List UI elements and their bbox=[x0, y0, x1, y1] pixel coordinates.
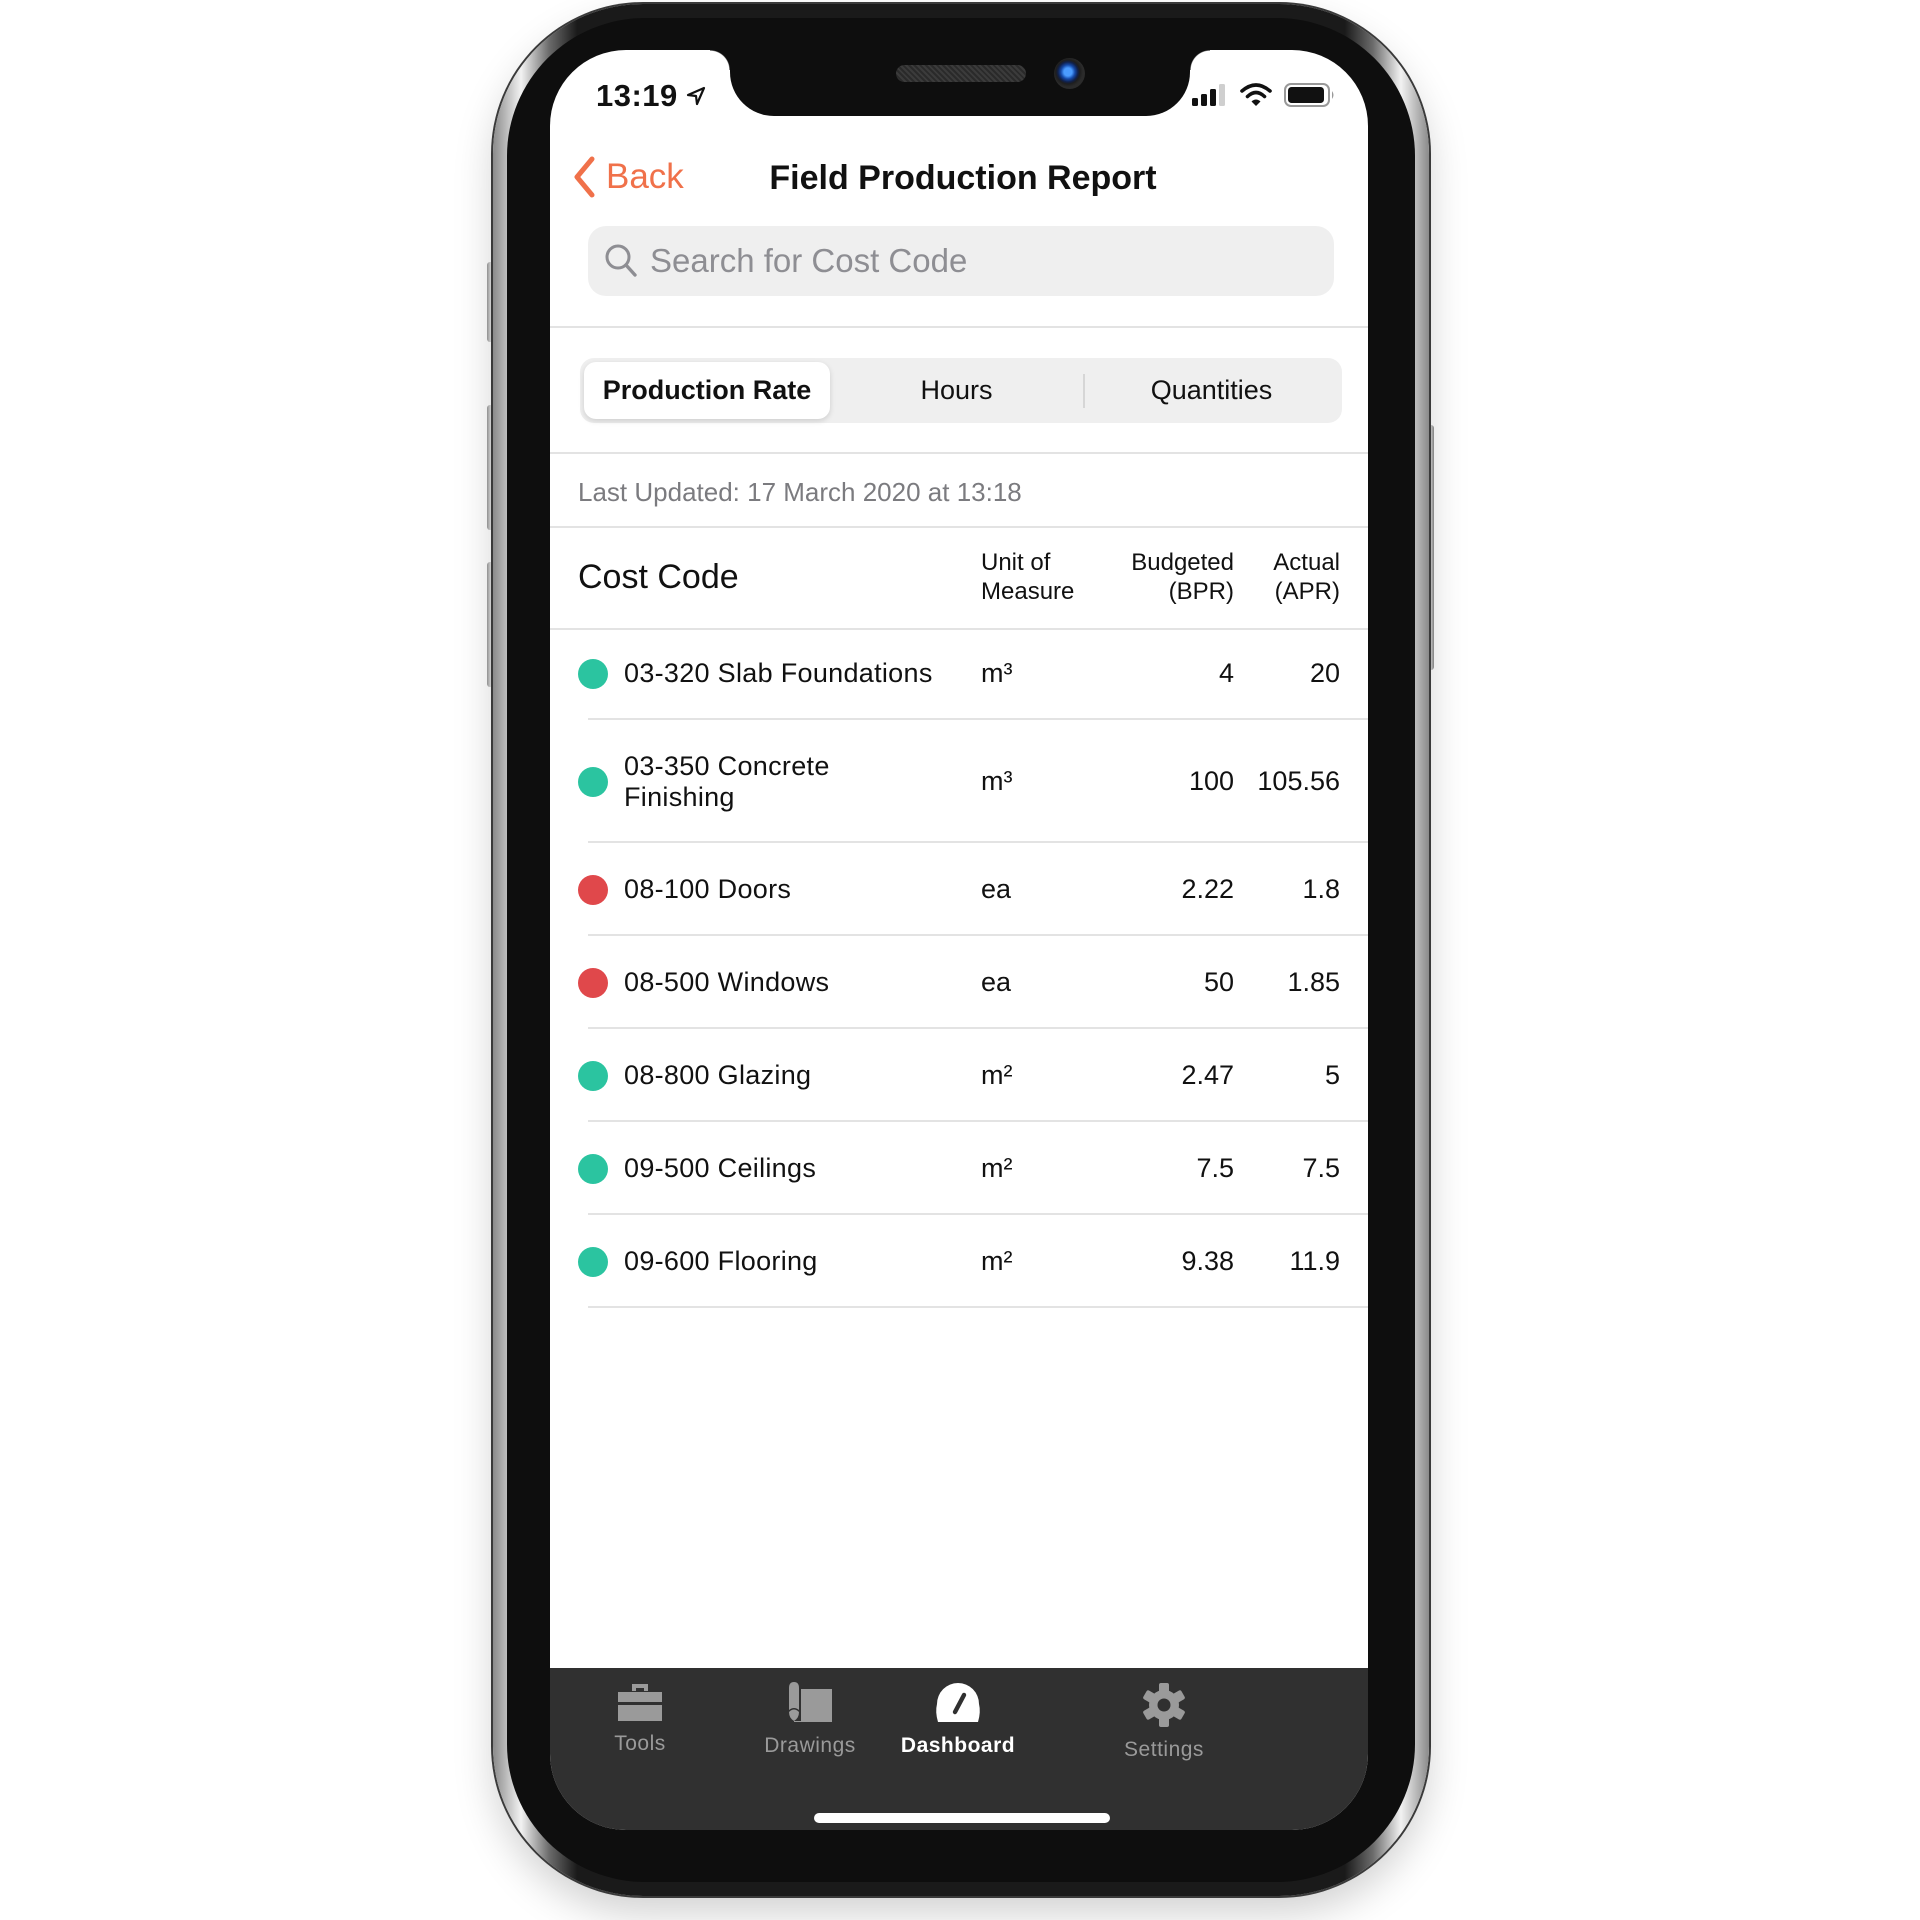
tab-bar: Tools Drawings Dashboard Settings bbox=[550, 1668, 1368, 1830]
tabbar-label: Dashboard bbox=[900, 1734, 1016, 1757]
divider bbox=[550, 452, 1368, 454]
status-dot bbox=[578, 1246, 608, 1277]
tab-quantities[interactable]: Quantities bbox=[1085, 362, 1338, 419]
unit-of-measure: m³ bbox=[981, 658, 1013, 688]
cellular-signal-icon bbox=[1192, 84, 1225, 106]
status-dot bbox=[578, 766, 608, 797]
table-header: Cost Code Unit of Measure Budgeted (BPR)… bbox=[550, 528, 1368, 628]
search-icon bbox=[605, 244, 637, 277]
header-apr-line2: (APR) bbox=[1274, 578, 1340, 605]
search-bar[interactable] bbox=[588, 226, 1334, 296]
notch bbox=[710, 50, 1210, 116]
status-dot bbox=[578, 967, 608, 998]
status-dot bbox=[578, 1060, 608, 1091]
table-row[interactable]: 08-500 Windows ea 50 1.85 bbox=[550, 936, 1368, 1029]
header-actual: Actual (APR) bbox=[1150, 548, 1340, 606]
header-apr-line1: Actual bbox=[1273, 549, 1340, 576]
header-uom-line1: Unit of bbox=[981, 549, 1051, 576]
actual-value: 20 bbox=[1309, 658, 1340, 688]
cost-code-name: 03-320 Slab Foundations bbox=[624, 658, 933, 688]
page-title: Field Production Report bbox=[769, 159, 1157, 197]
actual-value: 1.85 bbox=[1287, 966, 1340, 997]
header-uom-line2: Measure bbox=[981, 578, 1075, 605]
actual-value: 1.8 bbox=[1302, 873, 1340, 904]
tabbar-item-dashboard[interactable]: Dashboard bbox=[868, 1682, 1048, 1758]
segmented-control: Production Rate Hours Quantities bbox=[580, 358, 1342, 423]
unit-of-measure: m³ bbox=[981, 765, 1013, 796]
unit-of-measure: ea bbox=[981, 966, 1012, 997]
last-updated-text: Last Updated: 17 March 2020 at 13:18 bbox=[578, 477, 1022, 507]
cost-code-name: 09-600 Flooring bbox=[624, 1245, 818, 1276]
tab-label: Production Rate bbox=[602, 375, 812, 405]
wifi-icon bbox=[1240, 83, 1272, 106]
search-input[interactable] bbox=[650, 242, 1300, 280]
battery-icon bbox=[1284, 83, 1334, 107]
front-camera bbox=[1054, 58, 1085, 89]
tabbar-item-tools[interactable]: Tools bbox=[550, 1682, 730, 1756]
cost-code-name: 03-350 Concrete Finishing bbox=[624, 750, 830, 812]
gauge-icon bbox=[936, 1683, 980, 1722]
tabbar-label: Tools bbox=[614, 1732, 666, 1755]
actual-value: 105.56 bbox=[1257, 765, 1340, 796]
toolbox-icon bbox=[618, 1684, 662, 1721]
status-time-text: 13:19 bbox=[596, 78, 678, 113]
table-row[interactable]: 03-320 Slab Foundations m³ 4 20 bbox=[550, 628, 1368, 720]
actual-value: 7.5 bbox=[1302, 1152, 1340, 1183]
phone-screen: 13:19 Back Field Production Report Searc… bbox=[550, 50, 1368, 1830]
speaker-grille bbox=[896, 65, 1026, 82]
unit-of-measure: m² bbox=[981, 1059, 1013, 1090]
tab-hours[interactable]: Hours bbox=[830, 362, 1083, 419]
status-dot bbox=[578, 1153, 608, 1184]
gear-icon bbox=[1143, 1683, 1185, 1727]
actual-value: 11.9 bbox=[1289, 1245, 1340, 1276]
cost-code-name: 09-500 Ceilings bbox=[624, 1152, 817, 1183]
status-dot bbox=[578, 874, 608, 905]
table-row[interactable]: 03-350 Concrete Finishing m³ 100 105.56 bbox=[550, 720, 1368, 843]
unit-of-measure: m² bbox=[981, 1152, 1013, 1183]
cost-code-name: 08-500 Windows bbox=[624, 966, 830, 997]
header-unit-of-measure: Unit of Measure bbox=[981, 548, 1074, 606]
home-indicator[interactable] bbox=[814, 1813, 1110, 1823]
table-row[interactable]: 09-500 Ceilings m² 7.5 7.5 bbox=[550, 1122, 1368, 1215]
status-dot bbox=[578, 659, 608, 689]
unit-of-measure: m² bbox=[981, 1245, 1013, 1276]
tabbar-label: Drawings bbox=[764, 1734, 856, 1757]
divider bbox=[550, 326, 1368, 328]
table-row[interactable]: 08-100 Doors ea 2.22 1.8 bbox=[550, 843, 1368, 936]
cost-code-name: 08-100 Doors bbox=[624, 873, 792, 904]
actual-value: 5 bbox=[1324, 1059, 1340, 1090]
row-divider bbox=[588, 1306, 1368, 1308]
tab-label: Quantities bbox=[1150, 375, 1273, 405]
table-row[interactable]: 08-800 Glazing m² 2.47 5 bbox=[550, 1029, 1368, 1122]
header-cost-code: Cost Code bbox=[578, 558, 739, 596]
unit-of-measure: ea bbox=[981, 873, 1012, 904]
tabbar-item-settings[interactable]: Settings bbox=[1074, 1682, 1254, 1762]
cost-code-name: 08-800 Glazing bbox=[624, 1059, 812, 1090]
location-arrow-icon bbox=[686, 86, 705, 106]
tabbar-label: Settings bbox=[1124, 1738, 1204, 1761]
drawing-scroll-icon bbox=[789, 1682, 832, 1722]
status-icons bbox=[1192, 83, 1336, 107]
table-row[interactable]: 09-600 Flooring m² 9.38 11.9 bbox=[550, 1215, 1368, 1308]
status-time: 13:19 bbox=[596, 78, 706, 114]
tab-production-rate[interactable]: Production Rate bbox=[584, 362, 830, 419]
tab-label: Hours bbox=[920, 375, 993, 405]
